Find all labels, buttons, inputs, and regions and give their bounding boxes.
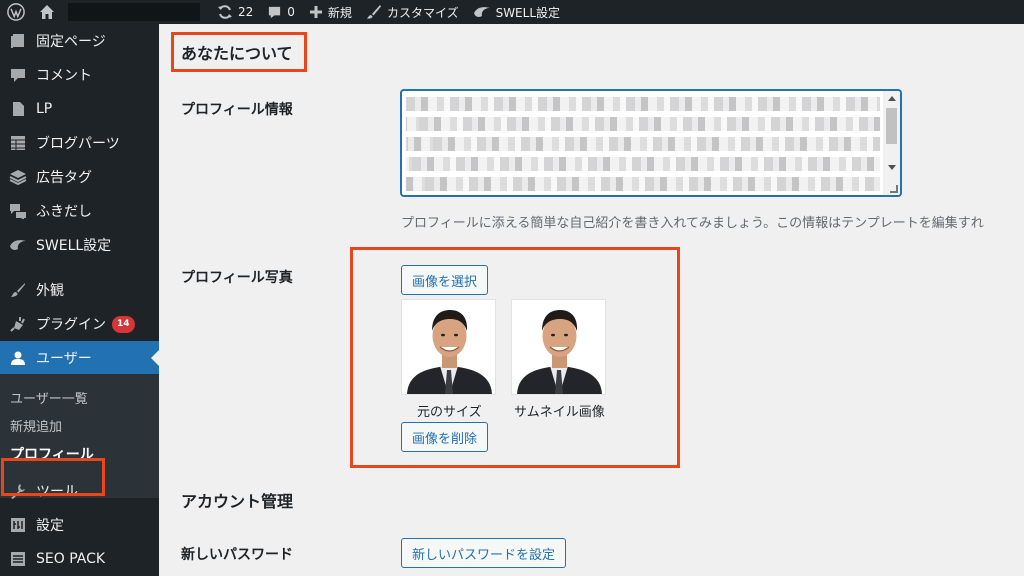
swell-settings-link[interactable]: SWELL設定 [466,0,567,24]
submenu-item-user-list[interactable]: ユーザー一覧 [10,388,88,407]
plus-icon [309,5,323,19]
sidebar-item-label: 外観 [36,283,64,299]
sidebar-item-label: SEO PACK [36,551,106,567]
customize-link[interactable]: カスタマイズ [359,0,466,24]
comments-link[interactable]: 0 [260,0,302,24]
bio-description: プロフィールに添える簡単な自己紹介を書き入れてみましょう。この情報はテンプレート… [401,216,984,231]
textarea-scrollbar[interactable] [883,91,900,195]
bio-textarea[interactable] [401,90,901,196]
sidebar-item-users[interactable]: ユーザー [0,341,159,375]
plugin-update-badge: 14 [112,315,135,333]
active-menu-arrow [151,350,159,366]
title-highlight-frame [171,32,307,72]
admin-sidebar: 固定ページ コメント LP ブログパーツ 広告タグ ふきだし SWELL設定 外… [0,24,159,576]
table-icon [8,133,28,153]
swell-icon [473,5,491,19]
sidebar-item-label: LP [36,101,53,117]
updates-link[interactable]: 22 [210,0,260,24]
sidebar-item-blog-parts[interactable]: ブログパーツ [0,126,159,160]
photo-highlight-frame [350,247,680,468]
submenu-item-add-new[interactable]: 新規追加 [10,416,62,435]
sidebar-item-appearance[interactable]: 外観 [0,273,159,307]
new-label: 新規 [327,5,352,20]
settings-icon [8,515,28,535]
sidebar-item-swell-settings[interactable]: SWELL設定 [0,228,159,262]
new-content-link[interactable]: 新規 [302,0,359,24]
plugin-icon [8,314,28,334]
wordpress-logo-icon[interactable] [0,0,32,24]
sidebar-item-seo-pack[interactable]: SEO PACK [0,542,159,576]
user-icon [8,348,28,368]
sidebar-item-label: 固定ページ [36,34,106,50]
admin-bar: 22 0 新規 カスタマイズ SWELL設定 [0,0,1024,24]
sidebar-item-label: ユーザー [36,351,92,367]
comment-icon [8,65,28,85]
swell-label: SWELL設定 [495,5,561,20]
seo-icon [8,549,28,569]
bio-label: プロフィール情報 [181,102,293,118]
sidebar-item-label: 設定 [36,518,64,534]
site-name[interactable] [68,3,200,21]
section-title-account: アカウント管理 [181,492,294,511]
comment-icon [267,5,282,20]
sidebar-item-settings[interactable]: 設定 [0,508,159,542]
sidebar-item-lp[interactable]: LP [0,92,159,126]
sidebar-item-label: ふきだし [36,204,92,220]
scroll-up-arrow-icon[interactable] [888,96,896,101]
swell-icon [8,235,28,255]
bubble-icon [8,201,28,221]
sidebar-item-pages[interactable]: 固定ページ [0,24,159,58]
sidebar-item-label: コメント [36,68,92,84]
sidebar-item-ad-tags[interactable]: 広告タグ [0,160,159,194]
updates-icon [217,4,233,20]
page-icon [8,31,28,51]
document-icon [8,99,28,119]
brush-icon [8,280,28,300]
blurred-bio-text [406,97,880,191]
updates-count: 22 [238,5,254,19]
sidebar-item-balloons[interactable]: ふきだし [0,194,159,228]
customize-label: カスタマイズ [386,5,459,20]
profile-content: あなたについて プロフィール情報 プロフィールに添える簡単な自己紹介を書き入れて… [159,24,1024,576]
sidebar-item-comments[interactable]: コメント [0,58,159,92]
sidebar-item-label: ブログパーツ [36,136,120,152]
sidebar-item-label: 広告タグ [36,170,92,186]
sidebar-item-plugins[interactable]: プラグイン 14 [0,307,159,341]
sidebar-item-label: SWELL設定 [36,238,112,254]
resize-handle-icon[interactable] [890,185,898,193]
profile-highlight-frame [1,458,105,496]
comments-count: 0 [287,5,295,19]
set-new-password-button[interactable]: 新しいパスワードを設定 [401,538,567,568]
new-password-label: 新しいパスワード [181,547,293,563]
scroll-down-arrow-icon[interactable] [888,165,896,170]
photo-label: プロフィール写真 [181,270,293,286]
scroll-thumb[interactable] [886,108,897,144]
sidebar-item-label: プラグイン [36,317,106,333]
stack-icon [8,167,28,187]
home-icon[interactable] [32,0,62,24]
brush-icon [366,4,382,20]
